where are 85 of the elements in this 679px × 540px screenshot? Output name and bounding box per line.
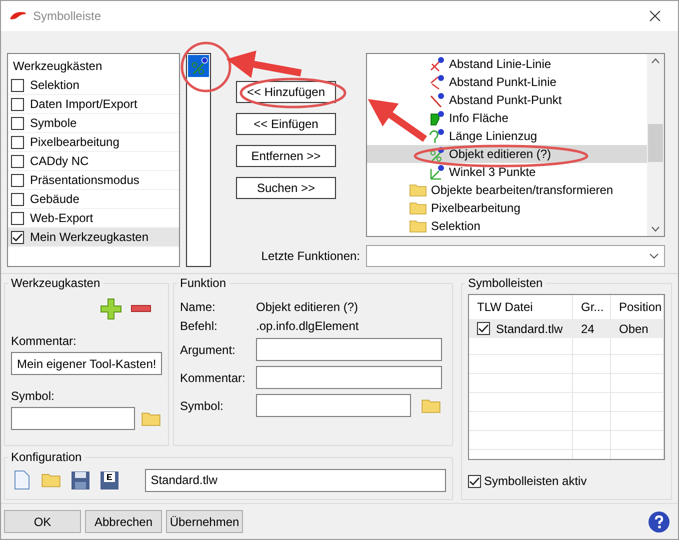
toolbox-item[interactable]: Präsentationsmodus bbox=[8, 171, 179, 190]
tree-item[interactable]: Info Fläche bbox=[367, 109, 647, 127]
name-value: Objekt editieren (?) bbox=[256, 300, 360, 314]
file-field[interactable]: Standard.tlw bbox=[144, 468, 446, 492]
dialog-button[interactable]: Abbrechen bbox=[85, 510, 162, 533]
recent-functions-dropdown[interactable] bbox=[366, 245, 665, 267]
table-cell: Oben bbox=[619, 322, 648, 336]
checkbox[interactable] bbox=[11, 230, 24, 244]
tree-item[interactable]: Abstand Punkt-Linie bbox=[367, 73, 647, 91]
window-title: Symbolleiste bbox=[33, 9, 102, 23]
angle-icon bbox=[429, 164, 445, 180]
toolbox-item[interactable]: Gebäude bbox=[8, 190, 179, 209]
checkbox-label: Symbolleisten aktiv bbox=[484, 474, 587, 488]
checkbox[interactable] bbox=[11, 192, 24, 206]
dialog-button[interactable]: OK bbox=[4, 510, 81, 533]
comment-field[interactable] bbox=[256, 366, 442, 389]
percent-icon bbox=[429, 146, 445, 162]
percent-icon bbox=[190, 57, 208, 75]
symbol-slot[interactable] bbox=[188, 55, 209, 77]
measure-icon bbox=[429, 56, 445, 72]
highlight-ring bbox=[180, 42, 232, 92]
table-row[interactable]: Standard.tlw 24 Oben bbox=[469, 319, 664, 338]
toolbox-item[interactable]: Mein Werkzeugkasten bbox=[8, 228, 179, 247]
group-title: Werkzeugkasten bbox=[10, 276, 102, 290]
tree-item[interactable]: Selektion bbox=[367, 217, 647, 235]
field-label: Befehl: bbox=[180, 319, 218, 333]
group-title: Funktion bbox=[179, 276, 228, 290]
list-header: Werkzeugkästen bbox=[12, 58, 104, 75]
action-button[interactable]: Suchen >> bbox=[236, 177, 336, 199]
tree-item[interactable]: Objekte bearbeiten/transformieren bbox=[367, 181, 647, 199]
checkbox[interactable] bbox=[11, 116, 24, 130]
checkbox[interactable] bbox=[11, 78, 24, 92]
scrollbar-thumb[interactable] bbox=[648, 124, 663, 162]
folder-icon bbox=[409, 218, 427, 234]
command-value: .op.info.dlgElement bbox=[256, 319, 360, 333]
toolbox-item[interactable]: Symbole bbox=[8, 114, 179, 133]
symbol-field[interactable] bbox=[256, 394, 411, 417]
scrollbar[interactable] bbox=[647, 54, 664, 236]
group-title: Symbolleisten bbox=[467, 276, 544, 290]
toolbox-item[interactable]: Selektion bbox=[8, 76, 179, 95]
checkbox[interactable] bbox=[11, 136, 24, 148]
checkbox[interactable] bbox=[468, 474, 481, 488]
scroll-down-icon[interactable] bbox=[651, 226, 660, 232]
tree-item[interactable]: Abstand Linie-Linie bbox=[367, 55, 647, 73]
checkbox[interactable] bbox=[11, 174, 24, 186]
field-label: Kommentar: bbox=[180, 370, 246, 384]
chevron-icon bbox=[649, 253, 659, 259]
dialog-button[interactable]: Übernehmen bbox=[166, 510, 243, 533]
folder-icon bbox=[409, 182, 427, 198]
comment-field[interactable]: Mein eigener Tool-Kasten! bbox=[11, 352, 162, 375]
table-cell: Standard.tlw bbox=[496, 322, 563, 336]
action-button[interactable]: << Einfügen bbox=[236, 113, 336, 135]
field-label: Symbol: bbox=[11, 389, 56, 403]
argument-field[interactable] bbox=[256, 338, 442, 361]
tree-item[interactable]: Abstand Punkt-Punkt bbox=[367, 91, 647, 109]
field-label: Symbol: bbox=[180, 398, 224, 412]
checkbox[interactable] bbox=[11, 154, 24, 168]
line-icon bbox=[429, 92, 445, 108]
checkbox[interactable] bbox=[11, 212, 24, 224]
measure-icon bbox=[429, 74, 445, 90]
app-logo-icon bbox=[9, 11, 27, 21]
checkbox[interactable] bbox=[11, 98, 24, 110]
toolbox-item[interactable]: CADdy NC bbox=[8, 152, 179, 171]
field-label: Argument: bbox=[180, 342, 236, 356]
tree-item[interactable]: Länge Linienzug bbox=[367, 127, 647, 145]
annotation-arrow bbox=[368, 98, 428, 142]
field-label: Kommentar: bbox=[11, 334, 78, 348]
toolbox-item[interactable]: Pixelbearbeitung bbox=[8, 133, 179, 152]
action-button[interactable]: << Hinzufügen bbox=[236, 81, 336, 103]
field-label: Letzte Funktionen: bbox=[261, 249, 361, 263]
symbol-field[interactable] bbox=[11, 407, 135, 430]
folder-icon bbox=[409, 200, 427, 216]
tree-item[interactable]: Pixelbearbeitung bbox=[367, 199, 647, 217]
scroll-up-icon[interactable] bbox=[651, 58, 660, 64]
flag-icon bbox=[429, 110, 445, 126]
checkbox[interactable] bbox=[477, 322, 490, 335]
close-icon bbox=[649, 10, 661, 22]
field-label: Name: bbox=[180, 300, 216, 314]
tree-item[interactable]: Winkel 3 Punkte bbox=[367, 163, 647, 181]
table-cell: 24 bbox=[581, 322, 594, 336]
action-button[interactable]: Entfernen >> bbox=[236, 145, 336, 167]
help-icon[interactable] bbox=[648, 510, 670, 532]
add-icon[interactable] bbox=[100, 297, 122, 321]
group-title: Konfiguration bbox=[10, 450, 83, 464]
toolbox-item[interactable]: Daten Import/Export bbox=[8, 95, 179, 114]
